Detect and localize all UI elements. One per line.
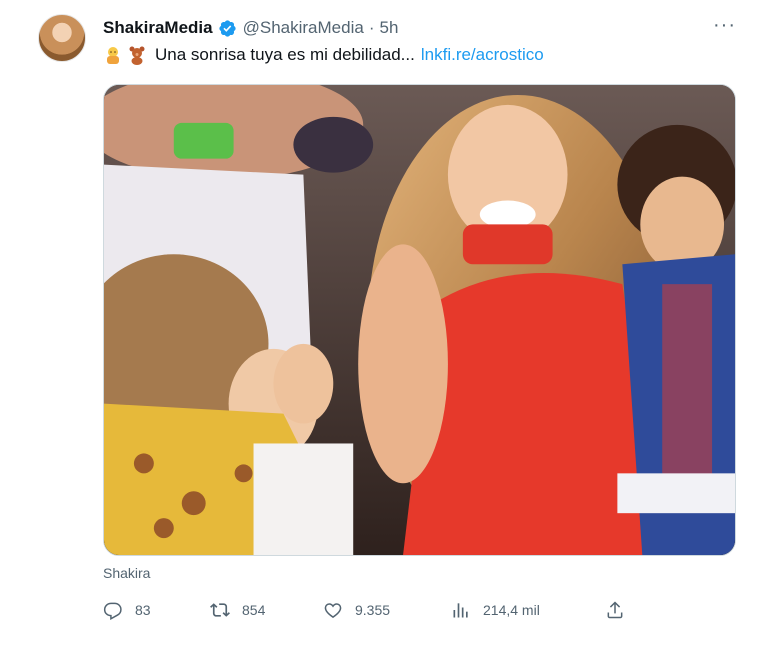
timestamp[interactable]: 5h [379,18,398,38]
teddy-bear-icon [127,45,147,65]
handle[interactable]: @ShakiraMedia [243,18,364,38]
media-photo [104,85,735,555]
tweet-text-row: Una sonrisa tuya es mi debilidad... lnkf… [103,45,544,65]
media-caption: Shakira [103,565,151,581]
avatar[interactable] [38,14,86,62]
views-button[interactable]: 214,4 mil [451,598,540,622]
share-icon [607,601,623,619]
display-name[interactable]: ShakiraMedia [103,18,213,38]
reply-button[interactable]: 83 [103,598,151,622]
views-count: 214,4 mil [483,602,540,618]
tweet-media[interactable] [103,84,736,556]
like-count: 9.355 [355,602,391,618]
reply-count: 83 [135,602,151,618]
verified-badge-icon [218,19,237,38]
heart-icon [324,603,342,619]
like-button[interactable]: 9.355 [323,598,390,622]
retweet-icon [210,603,230,617]
tweet[interactable]: ShakiraMedia @ShakiraMedia · 5h ··· Una … [0,0,767,653]
tweet-header: ShakiraMedia @ShakiraMedia · 5h [103,17,398,39]
retweet-count: 854 [242,602,266,618]
baby-emoji-icon [103,45,123,65]
action-bar: 83 854 9.355 214,4 mil [103,598,633,622]
tweet-text: Una sonrisa tuya es mi debilidad... [155,45,415,64]
retweet-button[interactable]: 854 [210,598,265,622]
more-options-icon[interactable]: ··· [713,15,736,35]
tweet-link[interactable]: lnkfi.re/acrostico [421,45,544,65]
reply-icon [103,602,122,620]
separator-dot: · [368,18,375,37]
share-button[interactable] [605,598,637,622]
views-icon [453,603,468,618]
